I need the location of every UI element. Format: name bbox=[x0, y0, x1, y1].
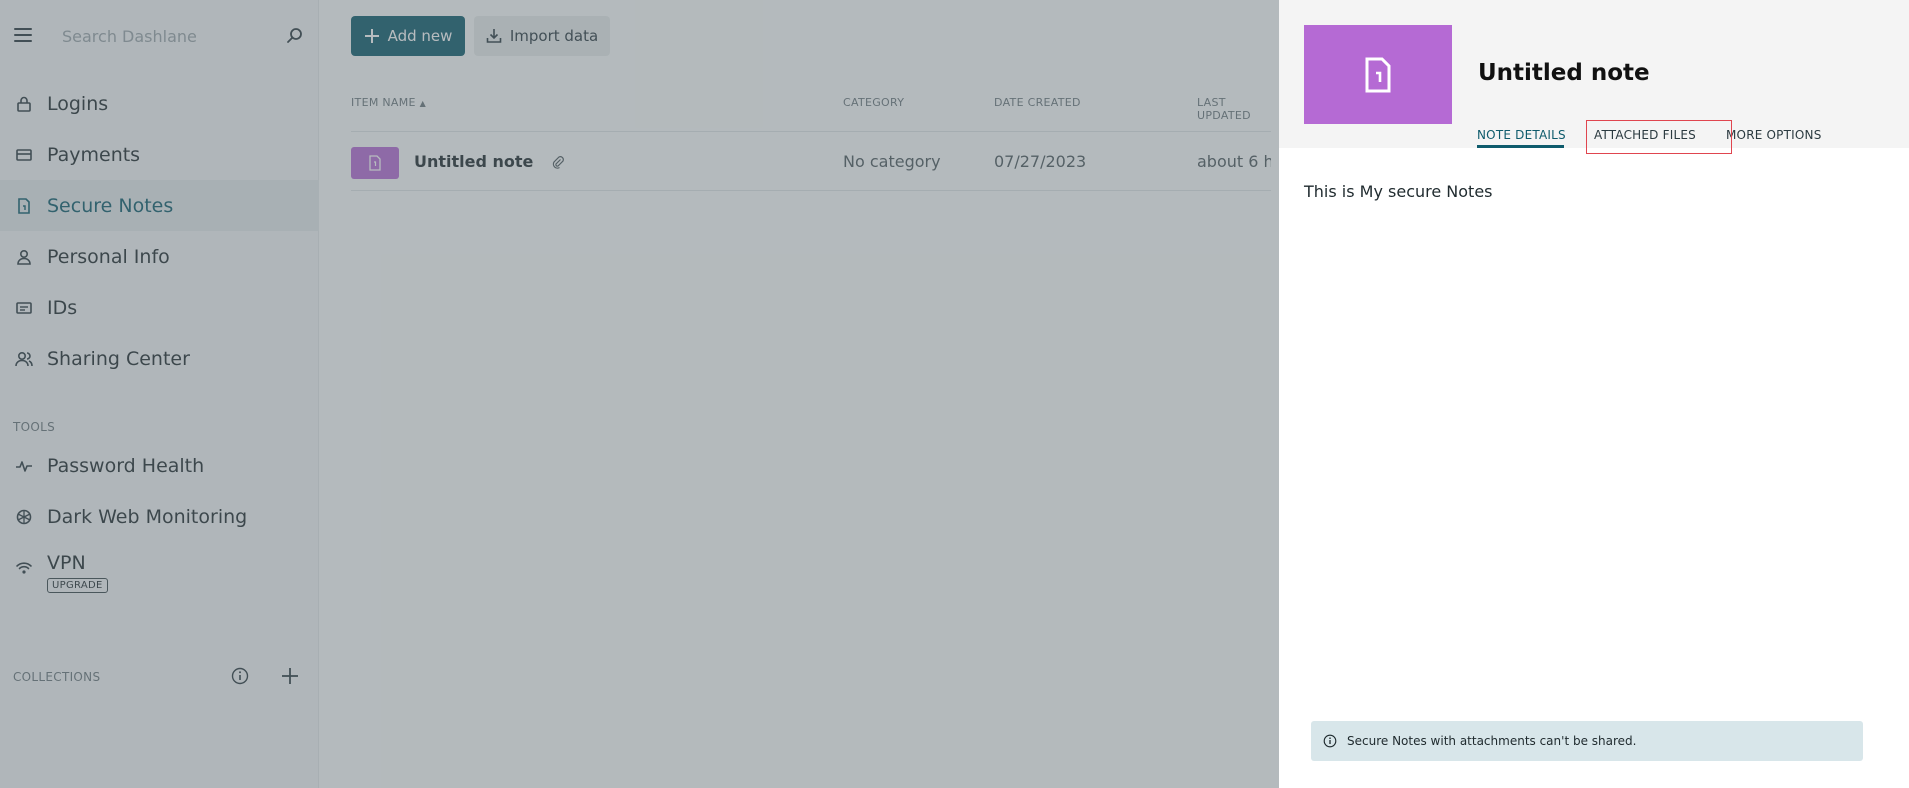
note-thumbnail-large bbox=[1304, 25, 1452, 124]
panel-header: Untitled note NOTE DETAILS ATTACHED FILE… bbox=[1279, 0, 1909, 154]
tab-more-options[interactable]: MORE OPTIONS bbox=[1726, 128, 1822, 142]
modal-backdrop[interactable] bbox=[0, 0, 1279, 788]
note-icon bbox=[1365, 57, 1391, 92]
tab-note-details[interactable]: NOTE DETAILS bbox=[1477, 128, 1566, 142]
note-detail-panel: Untitled note NOTE DETAILS ATTACHED FILE… bbox=[1279, 0, 1909, 788]
highlight-box bbox=[1586, 120, 1732, 154]
info-banner: Secure Notes with attachments can't be s… bbox=[1311, 721, 1863, 761]
note-content[interactable]: This is My secure Notes bbox=[1304, 182, 1493, 201]
panel-title: Untitled note bbox=[1478, 60, 1650, 86]
info-icon bbox=[1323, 734, 1337, 748]
active-tab-indicator bbox=[1477, 145, 1564, 148]
info-message: Secure Notes with attachments can't be s… bbox=[1347, 734, 1637, 748]
